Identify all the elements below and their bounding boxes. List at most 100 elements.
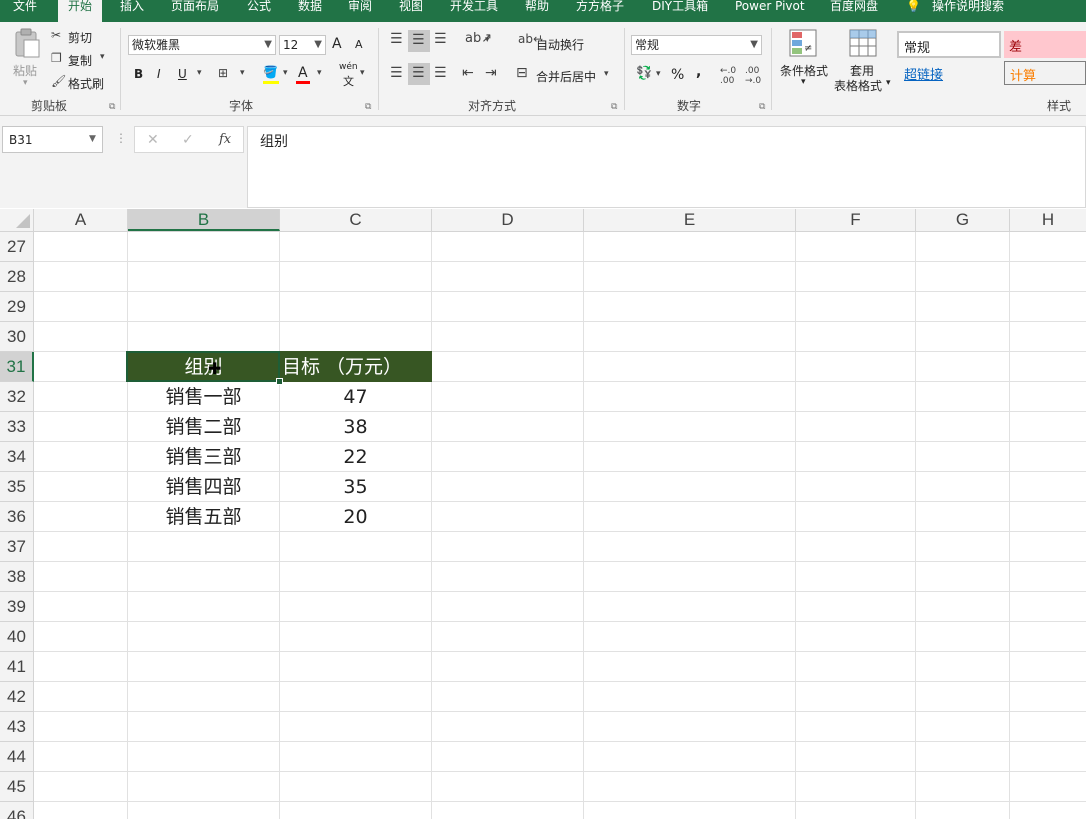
italic-button[interactable]: I [157,67,161,81]
grow-font-button[interactable]: A [332,36,342,52]
phonetic-guide-button[interactable]: wén [339,62,358,72]
decrease-decimal-icon[interactable]: .00 →.0 [745,66,761,86]
dialog-launcher-icon[interactable]: ⧉ [611,102,617,112]
tab-fangfang[interactable]: 方方格子 [576,0,624,22]
align-top-icon[interactable]: ☰ [390,31,403,47]
cell-target[interactable]: 47 [280,382,431,412]
font-name-select[interactable]: 微软雅黑 ▼ [128,35,276,55]
cut-button[interactable]: 剪切 [68,29,92,46]
tab-home[interactable]: 开始 [58,0,103,22]
column-header-a[interactable]: A [34,209,128,231]
row-header[interactable]: 39 [0,592,34,622]
comma-button[interactable]: , [696,64,701,80]
tab-diy-toolbox[interactable]: DIY工具箱 [652,0,708,22]
tab-power-pivot[interactable]: Power Pivot [735,0,805,22]
name-box[interactable]: B31 ▼ [2,126,103,153]
tab-developer[interactable]: 开发工具 [450,0,498,22]
copy-button[interactable]: 复制 [68,52,92,69]
row-header[interactable]: 42 [0,682,34,712]
cell-target[interactable]: 22 [280,442,431,472]
row-header[interactable]: 28 [0,262,34,292]
tab-formulas[interactable]: 公式 [247,0,271,22]
cell-target[interactable]: 20 [280,502,431,532]
align-bottom-icon[interactable]: ☰ [434,31,447,47]
currency-icon[interactable]: 💱 [636,66,652,81]
bold-button[interactable]: B [134,67,143,81]
fill-color-icon[interactable]: 🪣 [263,65,278,79]
cell-group[interactable]: 销售三部 [128,442,279,472]
style-hyperlink[interactable]: 超链接 [897,61,1001,85]
tab-help[interactable]: 帮助 [525,0,549,22]
chevron-down-icon[interactable]: ▾ [604,69,609,79]
row-header[interactable]: 35 [0,472,34,502]
cell-group[interactable]: 销售二部 [128,412,279,442]
tab-review[interactable]: 审阅 [348,0,372,22]
chevron-down-icon[interactable]: ▾ [240,68,245,78]
table-header-target[interactable]: 目标 （万元） [280,352,432,382]
row-header[interactable]: 40 [0,622,34,652]
merge-center-button[interactable]: 合并后居中 [536,68,596,85]
tab-insert[interactable]: 插入 [120,0,144,22]
tab-page-layout[interactable]: 页面布局 [171,0,219,22]
row-header[interactable]: 30 [0,322,34,352]
column-header-f[interactable]: F [796,209,916,231]
increase-indent-icon[interactable]: ⇥ [485,65,497,81]
row-header[interactable]: 38 [0,562,34,592]
paste-button[interactable]: 粘贴 ▾ [8,28,46,88]
conditional-format-button[interactable]: ≠ 条件格式 ▾ [777,26,831,92]
row-header[interactable]: 44 [0,742,34,772]
select-all-button[interactable] [0,209,34,231]
border-icon[interactable]: ⊞ [218,66,228,80]
row-header[interactable]: 46 [0,802,34,819]
enter-icon[interactable]: ✓ [182,132,194,148]
chevron-down-icon[interactable]: ▾ [100,52,105,62]
format-as-table-button[interactable]: 套用 表格格式 ▾ [834,26,894,94]
row-header[interactable]: 32 [0,382,34,412]
align-left-icon[interactable]: ☰ [390,65,403,81]
decrease-indent-icon[interactable]: ⇤ [462,65,474,81]
align-middle-button[interactable]: ☰ [408,30,430,52]
formula-input[interactable]: 组别 [247,126,1086,208]
insert-function-icon[interactable]: fx [219,132,231,147]
tab-data[interactable]: 数据 [298,0,322,22]
cell-target[interactable]: 35 [280,472,431,502]
number-format-select[interactable]: 常规 ▼ [631,35,762,55]
column-header-d[interactable]: D [432,209,584,231]
font-size-select[interactable]: 12 ▼ [279,35,326,55]
cancel-icon[interactable]: ✕ [147,132,159,148]
chevron-down-icon[interactable]: ▾ [283,68,288,78]
chevron-down-icon[interactable]: ▾ [360,68,365,78]
row-header[interactable]: 41 [0,652,34,682]
row-header[interactable]: 29 [0,292,34,322]
column-header-c[interactable]: C [280,209,432,231]
chevron-down-icon[interactable]: ▾ [485,35,490,45]
row-header[interactable]: 37 [0,532,34,562]
wrap-text-button[interactable]: 自动换行 [536,36,584,53]
tell-me-search[interactable]: 操作说明搜索 [932,0,1004,22]
align-right-icon[interactable]: ☰ [434,65,447,81]
underline-button[interactable]: U [178,67,187,81]
row-header[interactable]: 33 [0,412,34,442]
chevron-down-icon[interactable]: ▾ [656,69,661,79]
dialog-launcher-icon[interactable]: ⧉ [365,102,371,112]
dialog-launcher-icon[interactable]: ⧉ [759,102,765,112]
shrink-font-button[interactable]: A [355,38,363,51]
percent-button[interactable]: % [671,67,684,83]
cell-group[interactable]: 销售五部 [128,502,279,532]
row-header[interactable]: 45 [0,772,34,802]
format-painter-button[interactable]: 格式刷 [68,75,104,92]
tab-baidu-netdisk[interactable]: 百度网盘 [830,0,878,22]
chevron-down-icon[interactable]: ▾ [317,68,322,78]
tab-file[interactable]: 文件 [13,0,37,22]
row-header[interactable]: 34 [0,442,34,472]
row-header[interactable]: 43 [0,712,34,742]
increase-decimal-icon[interactable]: ←.0.00 [720,66,736,86]
column-header-e[interactable]: E [584,209,796,231]
cell-group[interactable]: 销售四部 [128,472,279,502]
font-color-icon[interactable]: A [298,65,308,81]
style-bad[interactable]: 差 [1004,31,1086,58]
row-header[interactable]: 36 [0,502,34,532]
cell-target[interactable]: 38 [280,412,431,442]
chevron-down-icon[interactable]: ▾ [197,68,202,78]
column-header-h[interactable]: H [1010,209,1086,231]
